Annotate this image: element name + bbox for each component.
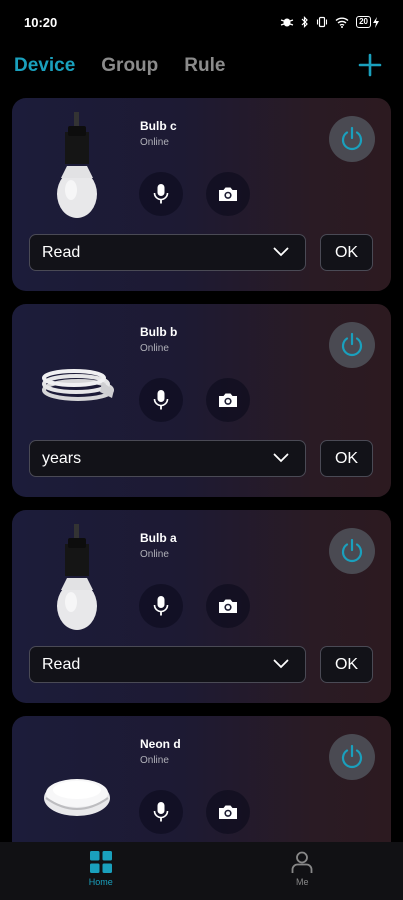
camera-button[interactable] — [206, 790, 250, 834]
bulb-icon — [38, 112, 116, 222]
wifi-icon — [335, 16, 349, 28]
camera-icon — [219, 393, 237, 407]
device-status: Online — [140, 343, 169, 354]
bluetooth-icon — [301, 16, 309, 28]
mode-select-value: Read — [42, 655, 81, 673]
microphone-icon — [153, 184, 169, 204]
voice-button[interactable] — [139, 378, 183, 422]
device-card[interactable]: Bulb b Online years OK — [12, 304, 391, 497]
tab-device[interactable]: Device — [14, 55, 75, 77]
device-status: Online — [140, 137, 169, 148]
device-card[interactable]: Bulb c Online Read OK — [12, 98, 391, 291]
nav-home-label: Home — [88, 877, 113, 887]
power-icon — [341, 332, 363, 357]
camera-icon — [219, 187, 237, 201]
nav-me[interactable]: Me — [202, 842, 403, 900]
microphone-icon — [153, 390, 169, 410]
mode-select-value: years — [42, 449, 82, 467]
mode-select-value: Read — [42, 243, 81, 261]
battery-level: 20 — [356, 16, 371, 28]
voice-button[interactable] — [139, 172, 183, 216]
tab-group[interactable]: Group — [101, 55, 158, 77]
camera-button[interactable] — [206, 172, 250, 216]
top-tabs: Device Group Rule — [0, 44, 403, 88]
bottom-nav: Home Me — [0, 842, 403, 900]
camera-icon — [219, 599, 237, 613]
power-icon — [341, 538, 363, 563]
power-button[interactable] — [329, 734, 375, 780]
vibrate-icon — [316, 16, 328, 28]
device-status: Online — [140, 755, 169, 766]
ok-button[interactable]: OK — [320, 440, 373, 477]
person-icon — [291, 851, 313, 873]
battery-icon: 20 — [356, 16, 379, 28]
device-name: Bulb a — [140, 531, 177, 545]
voice-button[interactable] — [139, 584, 183, 628]
microphone-icon — [153, 802, 169, 822]
add-device-button[interactable] — [357, 52, 383, 78]
chevron-down-icon — [273, 453, 289, 463]
power-icon — [341, 744, 363, 769]
device-card[interactable]: Bulb a Online Read OK — [12, 510, 391, 703]
ok-button[interactable]: OK — [320, 646, 373, 683]
ok-button[interactable]: OK — [320, 234, 373, 271]
device-name: Bulb c — [140, 119, 177, 133]
device-status: Online — [140, 549, 169, 560]
microphone-icon — [153, 596, 169, 616]
camera-button[interactable] — [206, 378, 250, 422]
device-card[interactable]: Neon d Online — [12, 716, 391, 842]
device-name: Bulb b — [140, 325, 178, 339]
status-icons: 20 — [280, 16, 379, 28]
power-button[interactable] — [329, 528, 375, 574]
device-name: Neon d — [140, 737, 181, 751]
camera-button[interactable] — [206, 584, 250, 628]
power-button[interactable] — [329, 116, 375, 162]
bulb-icon — [38, 524, 116, 634]
camera-icon — [219, 805, 237, 819]
power-icon — [341, 126, 363, 151]
plus-icon — [358, 53, 382, 77]
light-strip-icon — [38, 318, 116, 428]
chevron-down-icon — [273, 659, 289, 669]
bug-icon — [280, 16, 294, 28]
mode-select[interactable]: Read — [29, 646, 306, 683]
power-button[interactable] — [329, 322, 375, 368]
grid-icon — [89, 851, 112, 873]
nav-me-label: Me — [295, 877, 309, 887]
mode-select[interactable]: Read — [29, 234, 306, 271]
voice-button[interactable] — [139, 790, 183, 834]
tab-rule[interactable]: Rule — [184, 55, 225, 77]
chevron-down-icon — [273, 247, 289, 257]
nav-home[interactable]: Home — [0, 842, 202, 900]
status-time: 10:20 — [24, 14, 58, 30]
ceiling-light-icon — [38, 730, 116, 840]
mode-select[interactable]: years — [29, 440, 306, 477]
device-list[interactable]: Bulb c Online Read OK Bulb b Online year… — [12, 98, 391, 842]
status-bar: 10:20 20 — [0, 0, 403, 44]
